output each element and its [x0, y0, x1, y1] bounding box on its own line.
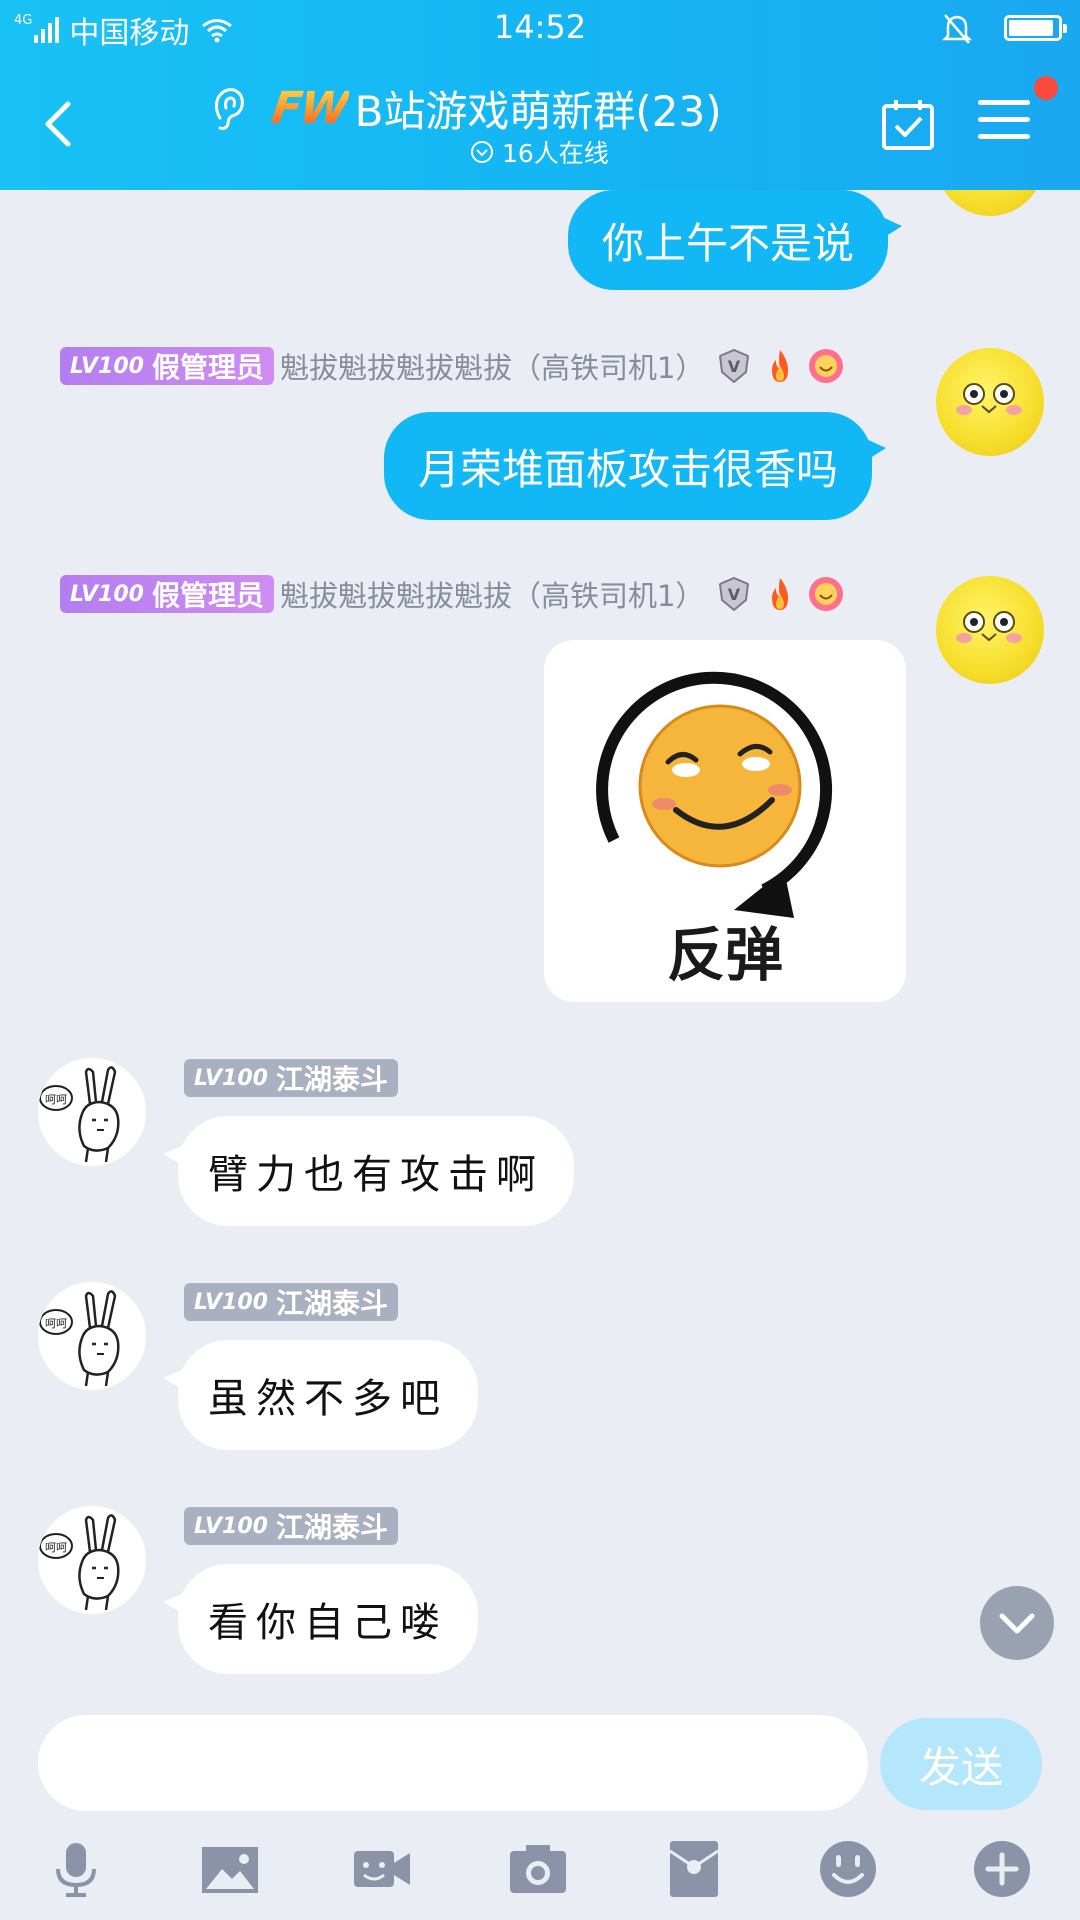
- fire-icon: [772, 578, 789, 610]
- send-button[interactable]: 发送: [880, 1718, 1042, 1810]
- title-badge-text: 假管理员: [151, 351, 264, 384]
- back-button[interactable]: [38, 96, 82, 152]
- sender-meta: LV100 假管理员 魁拔魁拔魁拔魁拔（高铁司机1） V: [60, 346, 844, 386]
- sender-name[interactable]: 魁拔魁拔魁拔魁拔（高铁司机1）: [280, 345, 704, 387]
- level-text: LV100: [194, 1289, 268, 1315]
- level-badge: LV100 江湖泰斗: [184, 1283, 398, 1321]
- avatar[interactable]: [936, 190, 1044, 216]
- level-badge: LV100 江湖泰斗: [184, 1507, 398, 1545]
- svg-text:呵呵: 呵呵: [45, 1317, 67, 1330]
- page-title: B站游戏萌新群(23): [354, 87, 722, 136]
- status-bar: 4G 中国移动 14:52: [0, 0, 1080, 56]
- message-list[interactable]: 你上午不是说 LV100 假管理员 魁拔魁拔魁拔魁拔（高铁司机1） V 月荣堆面…: [0, 190, 1080, 1693]
- chevron-down-circle-icon: [471, 141, 493, 163]
- message-text: 虽然不多吧: [208, 1376, 448, 1422]
- scroll-to-bottom-button[interactable]: [980, 1586, 1054, 1660]
- level-badge: LV100 假管理员: [60, 347, 274, 385]
- menu-button[interactable]: [978, 100, 1030, 144]
- avatar[interactable]: 呵呵: [38, 1506, 146, 1614]
- message-text: 看你自己喽: [208, 1600, 448, 1646]
- video-call-icon[interactable]: [352, 1839, 412, 1899]
- message-bubble[interactable]: 臂力也有攻击啊: [164, 1116, 574, 1226]
- message-input[interactable]: [38, 1715, 868, 1811]
- flower-emoji-icon: [809, 577, 844, 611]
- ear-icon: [214, 87, 244, 130]
- title-badge-text: 假管理员: [151, 579, 264, 612]
- input-bar: 发送: [0, 1693, 1080, 1920]
- smiley-face-icon: [956, 383, 1022, 415]
- level-badge: LV100 江湖泰斗: [184, 1059, 398, 1097]
- chevron-down-icon: [999, 1613, 1035, 1634]
- bunny-avatar-icon: 呵呵: [39, 1514, 120, 1611]
- svg-text:V: V: [728, 357, 741, 376]
- chat-header: 4G 中国移动 14:52 FW B站游戏萌新群(23) 16人在线: [0, 0, 1080, 190]
- sticker-caption: 反弹: [666, 921, 783, 989]
- level-text: LV100: [70, 353, 144, 379]
- group-logo: FW: [268, 83, 351, 134]
- notification-dot: [1034, 76, 1058, 100]
- avatar[interactable]: [936, 576, 1044, 684]
- sender-meta: LV100 江湖泰斗: [184, 1282, 398, 1322]
- message-bubble[interactable]: 看你自己喽: [164, 1564, 478, 1674]
- flower-emoji-icon: [809, 349, 844, 383]
- vip-shield-icon: V: [719, 348, 750, 384]
- svg-text:V: V: [728, 585, 741, 604]
- red-packet-icon[interactable]: [664, 1839, 724, 1899]
- message-bubble[interactable]: 月荣堆面板攻击很香吗: [384, 412, 887, 520]
- sender-meta: LV100 江湖泰斗: [184, 1058, 398, 1098]
- message-text: 月荣堆面板攻击很香吗: [418, 444, 839, 494]
- emoji-icon[interactable]: [818, 1839, 878, 1899]
- message-text: 你上午不是说: [602, 218, 855, 268]
- online-count: 16人在线: [502, 139, 609, 168]
- voice-icon[interactable]: [46, 1839, 106, 1899]
- message-bubble[interactable]: 你上午不是说: [568, 190, 903, 290]
- fire-icon: [772, 350, 789, 382]
- rebound-emoji-sticker: [596, 671, 833, 918]
- camera-icon[interactable]: [508, 1839, 568, 1899]
- message-bubble[interactable]: 虽然不多吧: [164, 1340, 478, 1450]
- avatar[interactable]: 呵呵: [38, 1058, 146, 1166]
- avatar[interactable]: 呵呵: [38, 1282, 146, 1390]
- level-badge: LV100 假管理员: [60, 575, 274, 613]
- smiley-face-icon: [956, 611, 1022, 643]
- battery-icon: [1004, 15, 1067, 41]
- svg-text:呵呵: 呵呵: [45, 1541, 67, 1554]
- sender-name[interactable]: 江湖泰斗: [276, 1282, 388, 1322]
- clock: 14:52: [493, 8, 587, 46]
- message-text: 臂力也有攻击啊: [208, 1152, 544, 1198]
- level-text: LV100: [194, 1065, 268, 1091]
- svg-text:呵呵: 呵呵: [45, 1093, 67, 1106]
- avatar[interactable]: [936, 348, 1044, 456]
- bunny-avatar-icon: 呵呵: [39, 1290, 120, 1387]
- bunny-avatar-icon: 呵呵: [39, 1066, 120, 1163]
- online-status[interactable]: 16人在线: [470, 134, 609, 170]
- level-text: LV100: [70, 581, 144, 607]
- sender-meta: LV100 江湖泰斗: [184, 1506, 398, 1546]
- sender-name[interactable]: 江湖泰斗: [276, 1506, 388, 1546]
- vip-shield-icon: V: [719, 576, 750, 612]
- image-icon[interactable]: [200, 1839, 260, 1899]
- sender-meta: LV100 假管理员 魁拔魁拔魁拔魁拔（高铁司机1） V: [60, 574, 844, 614]
- sender-name[interactable]: 魁拔魁拔魁拔魁拔（高铁司机1）: [280, 573, 704, 615]
- sticker-message[interactable]: 反弹: [544, 640, 906, 1002]
- plus-icon[interactable]: [972, 1839, 1032, 1899]
- level-text: LV100: [194, 1513, 268, 1539]
- group-title-area[interactable]: FW B站游戏萌新群(23): [210, 78, 722, 139]
- mute-bell-icon: [942, 14, 972, 44]
- calendar-check-button[interactable]: [880, 96, 936, 152]
- sender-name[interactable]: 江湖泰斗: [276, 1058, 388, 1098]
